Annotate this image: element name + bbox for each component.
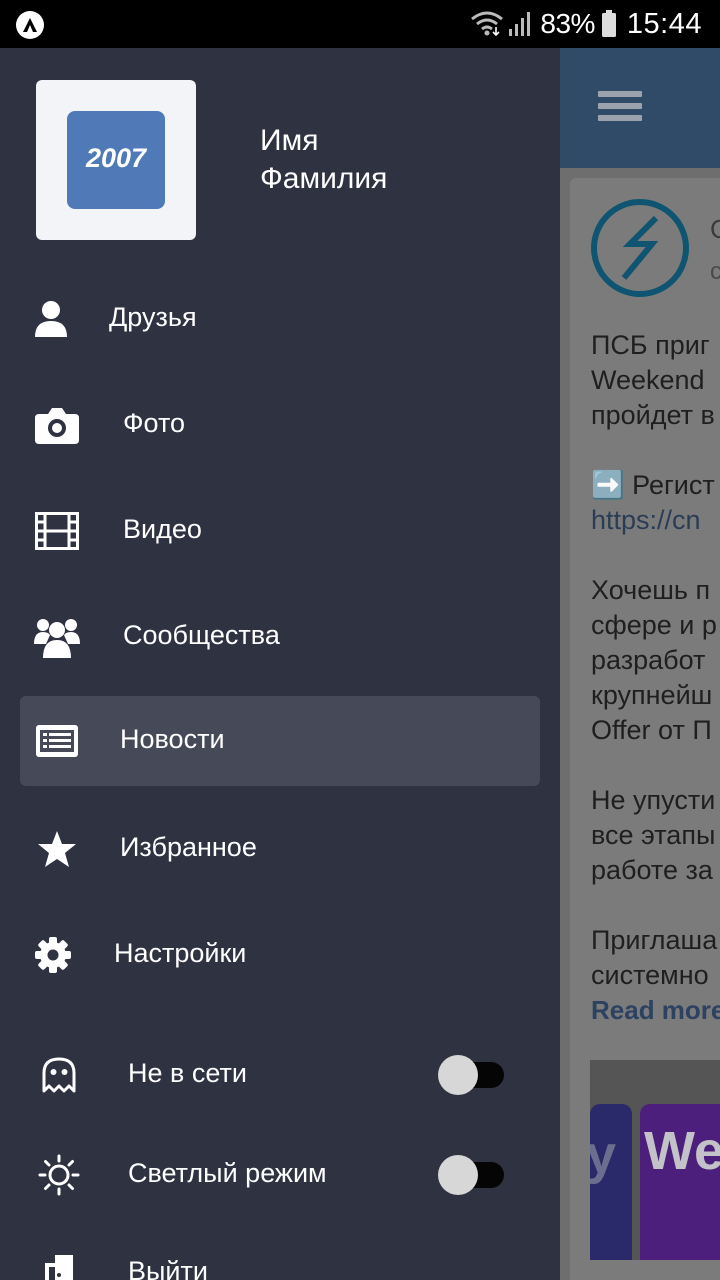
post-image[interactable]: y We (590, 1060, 720, 1260)
user-icon (28, 296, 74, 342)
menu-item-offline[interactable]: Не в сети (20, 1030, 540, 1120)
newspaper-icon (34, 718, 80, 764)
offline-toggle[interactable] (438, 1055, 504, 1095)
read-more-link[interactable]: Read more (591, 995, 720, 1026)
post-text-line: Offer от П (591, 715, 712, 745)
post-text-line: ПСБ приг (591, 330, 710, 360)
camera-icon (34, 402, 80, 448)
menu-label: Фото (123, 408, 186, 438)
avatar[interactable]: 2007 (36, 80, 196, 240)
menu-label: Выйти (128, 1256, 208, 1280)
menu-label: Новости (120, 724, 225, 754)
post-text-line: все этапы (591, 820, 716, 850)
exit-door-icon (36, 1250, 82, 1280)
user-last-name[interactable]: Фамилия (260, 162, 387, 196)
menu-label: Не в сети (128, 1058, 247, 1088)
post-author[interactable]: С (710, 214, 720, 245)
menu-item-friends[interactable]: Друзья (20, 274, 540, 364)
battery-percent: 83% (540, 8, 595, 39)
post-text-line: Не упусти (591, 785, 716, 815)
avatar-text: 2007 (85, 143, 147, 173)
post-text-line: пройдет в (591, 400, 715, 430)
battery-icon (601, 10, 616, 37)
menu-item-light-mode[interactable]: Светлый режим (20, 1130, 540, 1220)
menu-label: Сообщества (123, 620, 280, 650)
post-text-line: крупнейш (591, 680, 713, 710)
film-icon (34, 508, 80, 554)
menu-item-photo[interactable]: Фото (20, 380, 540, 470)
post-text-line: ➡️ Регист (591, 470, 715, 500)
post-link[interactable]: https://cn (591, 503, 701, 538)
user-first-name[interactable]: Имя (260, 124, 318, 158)
promo-text-left: y (590, 1125, 617, 1185)
star-icon (34, 826, 80, 872)
ghost-icon (36, 1052, 82, 1098)
clock: 15:44 (626, 7, 702, 40)
post-text-line: Приглаша (591, 925, 718, 955)
menu-item-communities[interactable]: Сообщества (20, 592, 540, 682)
community-logo-icon[interactable] (590, 198, 690, 298)
navigation-drawer: 2007 Имя Фамилия Друзья Фото Видео Сообщ… (0, 48, 560, 1280)
wifi-icon (471, 11, 504, 37)
menu-label: Друзья (109, 302, 197, 332)
gear-icon (30, 932, 76, 978)
light-mode-toggle[interactable] (438, 1155, 504, 1195)
menu-item-favorites[interactable]: Избранное (20, 804, 540, 894)
group-icon (34, 614, 80, 660)
signal-icon (509, 12, 531, 36)
post-text-line: Weekend (591, 365, 705, 395)
sun-icon (36, 1152, 82, 1198)
menu-label: Настройки (114, 938, 247, 968)
promo-text-right: We (644, 1121, 720, 1181)
post-text-line: работе за (591, 855, 713, 885)
post-text-line: системно (591, 960, 709, 990)
menu-item-news[interactable]: Новости (20, 696, 540, 786)
post-text-line: разработ (591, 645, 706, 675)
app-notification-icon (16, 11, 44, 39)
menu-item-video[interactable]: Видео (20, 486, 540, 576)
menu-item-settings[interactable]: Настройки (20, 910, 540, 1000)
post-text-line: сфере и р (591, 610, 717, 640)
post-subtitle: с (710, 258, 720, 285)
menu-label: Светлый режим (128, 1158, 327, 1188)
menu-label: Видео (123, 514, 202, 544)
status-bar: 83% 15:44 (0, 0, 720, 48)
menu-icon[interactable] (598, 91, 642, 125)
menu-label: Избранное (120, 832, 257, 862)
menu-item-logout[interactable]: Выйти (20, 1228, 540, 1280)
post-text-line: Хочешь п (591, 575, 711, 605)
